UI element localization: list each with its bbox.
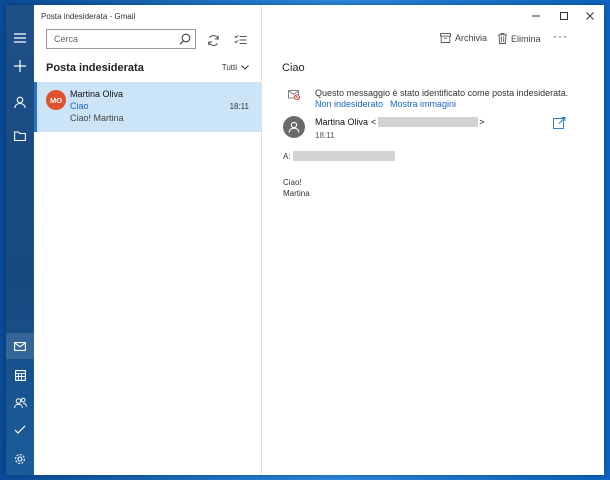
close-button[interactable] (578, 9, 602, 23)
folders-button[interactable] (6, 123, 34, 149)
accounts-button[interactable] (6, 89, 34, 115)
gear-icon (15, 454, 25, 464)
folder-icon (14, 131, 26, 141)
message-time: 18:11 (229, 102, 249, 111)
mail-app-button[interactable] (6, 333, 34, 359)
search-box (46, 29, 196, 49)
trash-icon (498, 33, 507, 44)
recipient-label: A: (283, 151, 291, 161)
list-item[interactable]: MO Martina Oliva Ciao 18:11 Ciao! Martin… (34, 82, 261, 132)
maximize-icon (560, 12, 568, 20)
sender-name[interactable]: Martina Oliva (315, 117, 368, 127)
hamburger-menu-button[interactable] (6, 25, 34, 51)
reading-pane: Archivia Elimina ··· Ciao Questo messagg… (262, 5, 604, 475)
delete-label: Elimina (511, 33, 541, 44)
archive-label: Archivia (455, 33, 488, 43)
checklist-icon (233, 35, 246, 44)
open-in-new-window-icon[interactable] (553, 117, 566, 129)
hamburger-icon (14, 33, 26, 43)
mail-window: Posta indesiderata - Gmail Posta indesid… (6, 5, 604, 475)
filter-label: Tutti (221, 63, 237, 72)
message-body-line: Martina (283, 189, 310, 198)
archive-button[interactable]: Archivia (440, 33, 487, 43)
plus-icon (14, 60, 26, 72)
person-icon (288, 121, 300, 133)
archive-icon (440, 33, 451, 43)
redacted-sender-address (378, 117, 479, 127)
close-icon (586, 12, 594, 20)
maximize-button[interactable] (552, 9, 576, 23)
message-subject-heading: Ciao (282, 62, 305, 74)
selection-mode-button[interactable] (231, 31, 249, 49)
junk-notice: Questo messaggio è stato identificato co… (315, 88, 569, 98)
calendar-icon (14, 369, 26, 381)
message-subject: Ciao (70, 101, 89, 111)
selection-indicator (34, 82, 37, 132)
show-images-link[interactable]: Mostra immagini (390, 99, 456, 109)
minimize-button[interactable] (524, 9, 548, 23)
filter-dropdown[interactable]: Tutti (222, 63, 249, 72)
delete-button[interactable]: Elimina (498, 33, 541, 44)
people-icon (13, 397, 27, 409)
chevron-down-icon (241, 65, 249, 70)
calendar-app-button[interactable] (6, 362, 34, 388)
not-junk-link[interactable]: Non indesiderato (315, 99, 383, 109)
message-time: 18:11 (315, 131, 335, 140)
junk-mail-icon (288, 90, 300, 100)
window-title: Posta indesiderata - Gmail (41, 12, 136, 21)
sync-icon (207, 34, 219, 46)
junk-actions: Non indesiderato Mostra immagini (315, 99, 456, 109)
message-list-pane: Posta indesiderata - Gmail Posta indesid… (34, 5, 262, 475)
search-icon[interactable] (179, 33, 191, 45)
sender-line: Martina Oliva < > (315, 117, 485, 127)
recipient-line: A: (283, 151, 395, 161)
message-preview: Ciao! Martina (70, 113, 124, 123)
settings-button[interactable] (6, 446, 34, 472)
more-actions-button[interactable]: ··· (553, 29, 568, 43)
avatar: MO (46, 90, 66, 110)
minimize-icon (532, 15, 540, 17)
new-mail-button[interactable] (6, 53, 34, 79)
sender-address-open: < (371, 117, 377, 127)
sync-button[interactable] (204, 31, 222, 49)
sender-address-close: > (479, 117, 485, 127)
message-body-line: Ciao! (283, 178, 302, 187)
sender-avatar (283, 116, 305, 138)
message-sender: Martina Oliva (70, 89, 124, 99)
people-app-button[interactable] (6, 390, 34, 416)
mail-icon (14, 341, 26, 351)
redacted-recipient-address (292, 151, 395, 161)
folder-title: Posta indesiderata (46, 62, 144, 74)
person-icon (14, 96, 26, 108)
search-input[interactable] (47, 30, 182, 48)
todo-icon (14, 425, 26, 434)
navigation-rail (6, 5, 34, 475)
todo-app-button[interactable] (6, 417, 34, 443)
